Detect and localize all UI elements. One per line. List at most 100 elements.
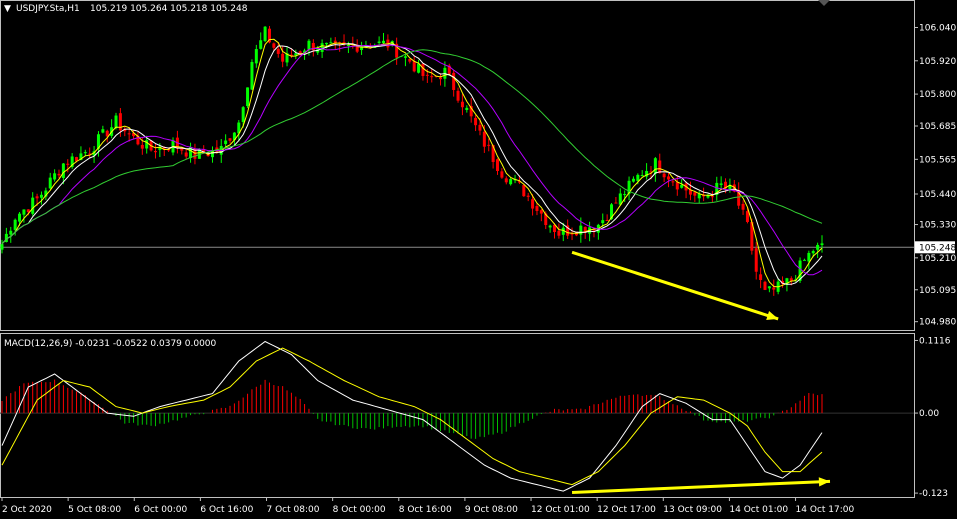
macd-panel [0,340,914,494]
time-tick-label: 8 Oct 00:00 [333,505,386,515]
candle-body [605,219,609,221]
candle-body [811,251,815,254]
candle-body [759,274,763,281]
candle-body [807,252,811,262]
axes: 106.040 105.920 105.800 105.685 105.565 105.4… [1,23,956,515]
candle-body [153,151,157,153]
candle-body [820,243,824,246]
price-arrow-head [766,311,779,320]
moving-average-line [1,38,823,288]
candle-body [263,26,267,42]
candle-body [496,159,500,172]
candle-body [241,107,245,123]
price-panel-frame [0,0,915,331]
candle-body [53,173,57,180]
candle-body [425,74,429,76]
candle-body [276,48,280,54]
candle-body [13,219,17,230]
candle-body [614,202,618,204]
candle-body [140,144,144,149]
price-tick-label: 106.040 [919,23,956,33]
candle-body [658,160,662,174]
price-tick-label: 105.440 [919,190,956,200]
candle-body [816,244,820,250]
price-tick-label: 105.565 [919,155,956,165]
candle-body [710,196,714,198]
candle-body [145,140,149,149]
candle-body [509,179,513,185]
candle-body [412,61,416,72]
candle-body [83,152,87,154]
candle-body [66,163,70,165]
candle-body [693,192,697,196]
price-tick-label: 105.800 [919,90,956,100]
candle-body [39,194,43,198]
moving-average-line [1,44,823,276]
candle-body [465,107,469,110]
candle-body [653,158,657,174]
candle-body [9,230,13,235]
time-tick-label: 7 Oct 08:00 [267,505,320,515]
time-tick-label: 5 Oct 08:00 [68,505,121,515]
time-tick-label: 12 Oct 17:00 [597,505,656,515]
candle-body [228,138,232,141]
candle-body [522,184,526,197]
candle-body [487,144,491,146]
candle-body [754,248,758,272]
candle-body [307,40,311,50]
candle-body [482,131,486,147]
candle-body [741,203,745,210]
candle-body [35,196,39,199]
candle-body [439,77,443,80]
price-tick-label: 105.095 [919,286,956,296]
chart-menu-icon[interactable]: ▼ [4,4,11,14]
price-tick-label: 105.210 [919,254,956,264]
candle-body [329,42,333,44]
candle-body [763,281,767,290]
candle-body [526,195,530,197]
macd-panel-title: MACD(12,26,9) -0.0231 -0.0522 0.0379 0.0… [4,339,217,349]
price-trend-arrow [571,250,779,321]
candle-body [500,171,504,178]
candle-body [377,41,381,43]
scroll-corner-icon[interactable] [818,0,830,6]
ohlc-header: 105.219 105.264 105.218 105.248 [90,4,248,14]
candle-body [680,184,684,188]
candle-body [22,209,26,215]
candle-body [57,173,61,176]
candle-body [719,183,723,185]
candle-body [246,87,250,107]
candle-body [272,43,276,48]
time-tick-label: 2 Oct 2020 [2,505,52,515]
macd-tick-label: 0.00 [919,409,939,419]
candle-body [548,225,552,228]
time-tick-label: 12 Oct 01:00 [531,505,590,515]
candle-body [802,259,806,261]
candle-body [259,40,263,49]
candle-body [601,220,605,224]
price-tick-label: 105.685 [919,122,956,132]
candle-body [636,174,640,181]
candle-body [539,210,543,214]
candle-body [557,230,561,236]
candle-body [281,53,285,62]
trading-chart: 106.040 105.920 105.800 105.685 105.565 105.4… [0,0,956,515]
candle-body [675,182,679,190]
candle-body [254,49,258,64]
candle-body [460,101,464,108]
candle-body [504,178,508,183]
candle-body [48,177,52,189]
macd-tick-label: -0.123 [919,489,948,499]
candle-body [18,213,22,222]
price-panel [0,25,914,321]
candle-body [31,197,35,214]
candle-body [250,62,254,90]
candle-body [640,175,644,177]
candle-body [697,193,701,199]
candle-body [421,63,425,76]
price-tick-label: 104.980 [919,318,956,328]
time-tick-label: 6 Oct 16:00 [200,505,253,515]
candle-body [478,124,482,131]
candle-body [452,72,456,90]
candle-body [346,44,350,46]
